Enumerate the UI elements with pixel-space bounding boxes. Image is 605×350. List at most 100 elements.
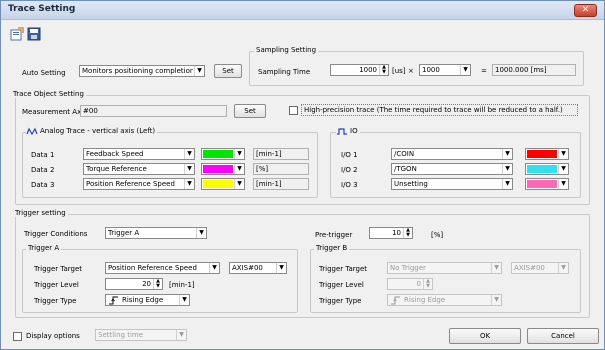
trigger-a-target-value: Position Reference Speed — [108, 264, 197, 272]
io1-value: /COIN — [394, 150, 415, 158]
data1-color-picker[interactable]: ▼ — [201, 148, 245, 160]
chevron-down-icon: ▼ — [460, 65, 470, 75]
trigger-b-level-stepper: 0 ▲ ▼ — [387, 278, 433, 290]
pretrigger-value: 10 — [392, 229, 401, 237]
data-row-label: Data 3 — [31, 181, 55, 189]
auto-setting-set-button[interactable]: Set — [214, 64, 242, 78]
title-bar[interactable]: Trace Setting ✕ — [1, 1, 604, 20]
trigger-b-target-label: Trigger Target — [319, 265, 368, 273]
data3-color-picker[interactable]: ▼ — [201, 178, 245, 190]
chevron-down-icon: ▼ — [179, 295, 189, 305]
measurement-axis-field: #00 — [80, 105, 227, 117]
color-swatch — [527, 165, 557, 173]
rising-edge-icon — [109, 296, 118, 305]
data1-select[interactable]: Feedback Speed ▼ — [83, 148, 195, 160]
io2-value: /TGON — [394, 165, 417, 173]
trigger-a-type-select[interactable]: Rising Edge ▼ — [105, 294, 190, 306]
io-row-label: I/O 1 — [341, 151, 358, 159]
io3-select[interactable]: Unsetting ▼ — [391, 178, 513, 190]
trigger-a-type-value: Rising Edge — [122, 296, 164, 304]
chevron-down-icon: ▼ — [491, 295, 501, 305]
io2-color-picker[interactable]: ▼ — [525, 163, 569, 175]
chevron-down-icon: ▼ — [558, 179, 568, 189]
spin-arrows-icon[interactable]: ▲ ▼ — [403, 228, 412, 238]
color-swatch — [203, 180, 233, 188]
display-options-select: Settling time ▼ — [95, 329, 187, 341]
color-swatch — [527, 180, 557, 188]
data1-value: Feedback Speed — [86, 150, 144, 158]
spin-arrows-icon[interactable]: ▲ ▼ — [153, 279, 162, 289]
trigger-b-type-value: Rising Edge — [404, 296, 446, 304]
io1-select[interactable]: /COIN ▼ — [391, 148, 513, 160]
ok-button[interactable]: OK — [449, 328, 521, 344]
trigger-setting-title: Trigger setting — [13, 209, 68, 217]
io-pulse-icon — [336, 127, 348, 136]
close-button[interactable]: ✕ — [574, 4, 597, 17]
chevron-down-icon: ▼ — [502, 149, 512, 159]
sampling-time-unit: [us] — [392, 67, 406, 75]
chevron-down-icon: ▼ — [558, 263, 568, 273]
open-file-icon[interactable] — [10, 27, 24, 41]
equals-sign: = — [481, 67, 487, 75]
trigger-b-level-value: 0 — [416, 280, 421, 288]
trigger-a-level-stepper[interactable]: 20 ▲ ▼ — [105, 278, 163, 290]
trigger-a-target-label: Trigger Target — [34, 265, 83, 273]
data-row-label: Data 2 — [31, 166, 55, 174]
data2-color-picker[interactable]: ▼ — [201, 163, 245, 175]
sampling-time-stepper[interactable]: 1000 ▲ ▼ — [330, 64, 389, 76]
spin-arrows-icon[interactable]: ▲ ▼ — [379, 65, 388, 75]
data3-select[interactable]: Position Reference Speed ▼ — [83, 178, 195, 190]
analog-wave-icon — [26, 127, 38, 136]
io3-color-picker[interactable]: ▼ — [525, 178, 569, 190]
multiply-sign: × — [408, 67, 414, 75]
sampling-result-field: 1000.000 [ms] — [492, 64, 576, 76]
display-options-value: Settling time — [98, 331, 144, 339]
data3-value: Position Reference Speed — [86, 180, 175, 188]
sampling-setting-title: Sampling Setting — [254, 46, 319, 54]
chevron-down-icon: ▼ — [184, 164, 194, 174]
io2-select[interactable]: /TGON ▼ — [391, 163, 513, 175]
trigger-conditions-select[interactable]: Trigger A ▼ — [105, 227, 207, 239]
sampling-multiplier-value: 1000 — [422, 66, 440, 74]
pretrigger-stepper[interactable]: 10 ▲ ▼ — [369, 227, 413, 239]
auto-setting-label: Auto Setting — [22, 69, 66, 77]
sampling-multiplier-select[interactable]: 1000 ▼ — [419, 64, 471, 76]
trigger-a-level-value: 20 — [142, 280, 151, 288]
rising-edge-icon — [391, 296, 400, 305]
trigger-b-target-value: No Trigger — [390, 264, 426, 272]
chevron-down-icon: ▼ — [502, 164, 512, 174]
trigger-b-level-label: Trigger Level — [319, 281, 364, 289]
io1-color-picker[interactable]: ▼ — [525, 148, 569, 160]
cancel-button[interactable]: Cancel — [527, 328, 599, 344]
trigger-b-title: Trigger B — [314, 244, 350, 252]
measurement-axis-set-button[interactable]: Set — [234, 104, 266, 118]
trigger-b-axis-select: AXIS#00 ▼ — [511, 262, 569, 274]
sampling-time-label: Sampling Time — [258, 68, 311, 76]
chevron-down-icon: ▼ — [276, 263, 286, 273]
io-row-label: I/O 2 — [341, 166, 358, 174]
high-precision-label: High-precision trace (The time required … — [301, 104, 578, 116]
data1-unit: [min-1] — [253, 148, 309, 160]
chevron-down-icon: ▼ — [234, 179, 244, 189]
data-row-label: Data 1 — [31, 151, 55, 159]
data2-unit: [%] — [253, 163, 309, 175]
analog-trace-title: Analog Trace - vertical axis (Left) — [38, 127, 158, 135]
display-options-checkbox[interactable] — [13, 332, 22, 341]
high-precision-checkbox[interactable] — [289, 106, 298, 115]
trace-object-title: Trace Object Setting — [11, 90, 86, 98]
pretrigger-label: Pre-trigger — [315, 231, 353, 239]
data2-select[interactable]: Torque Reference ▼ — [83, 163, 195, 175]
auto-setting-select[interactable]: Monitors positioning completion ( ▼ — [79, 65, 205, 77]
trigger-conditions-value: Trigger A — [108, 229, 140, 237]
data2-value: Torque Reference — [86, 165, 147, 173]
trigger-a-title: Trigger A — [26, 244, 62, 252]
pretrigger-unit: [%] — [431, 231, 444, 239]
chevron-down-icon: ▼ — [234, 164, 244, 174]
trigger-a-level-unit: [min-1] — [169, 281, 195, 289]
color-swatch — [527, 150, 557, 158]
save-icon[interactable] — [27, 27, 41, 41]
trigger-a-type-label: Trigger Type — [34, 297, 77, 305]
trigger-a-target-select[interactable]: Position Reference Speed ▼ — [105, 262, 220, 274]
trigger-a-axis-select[interactable]: AXIS#00 ▼ — [229, 262, 287, 274]
trigger-b-type-label: Trigger Type — [319, 297, 362, 305]
